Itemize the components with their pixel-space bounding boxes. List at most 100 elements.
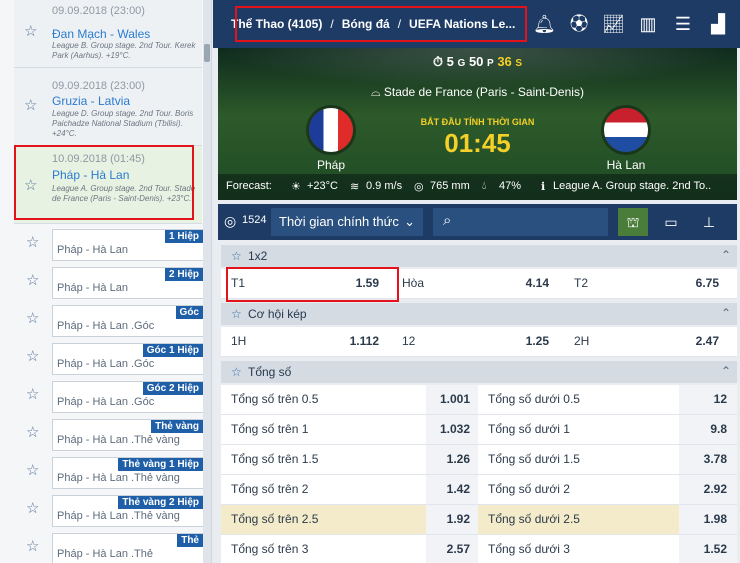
period-dropdown-value: Thời gian chính thức <box>279 214 399 229</box>
single-column-icon[interactable]: ▭ <box>656 208 686 236</box>
market-title: Tổng số <box>248 365 292 379</box>
odds-label[interactable]: Tổng số trên 2.5 <box>231 505 318 534</box>
favorite-star-icon[interactable]: ☆ <box>231 307 242 321</box>
timer-minutes-unit: P <box>487 58 494 69</box>
favorite-star-icon[interactable]: ☆ <box>26 461 39 479</box>
bell-icon[interactable]: 🔔︎ <box>533 14 556 34</box>
timer-seconds: 36 <box>497 54 512 69</box>
pressure-icon: ◎ <box>414 181 424 193</box>
bet-type-item[interactable]: ☆ Góc 2 Hiệp Pháp - Hà Lan .Góc <box>22 379 204 415</box>
odds-row: Tổng số trên 2 1.42 Tổng số dưới 2 2.92 <box>221 475 737 505</box>
timer-days-unit: G <box>457 58 466 69</box>
bet-type-item[interactable]: ☆ Thẻ Pháp - Hà Lan .Thẻ <box>22 531 204 563</box>
odds-label[interactable]: Hòa <box>402 269 424 298</box>
odds-label[interactable]: Tổng số trên 0.5 <box>231 385 318 414</box>
odds-value[interactable]: 1.92 <box>426 505 478 534</box>
odds-value[interactable]: 1.112 <box>341 327 379 356</box>
bar-stats-icon[interactable]: ▥ <box>637 14 659 34</box>
match-item[interactable]: ☆ 09.09.2018 (23:00) Đan Mạch - Wales Le… <box>14 0 202 68</box>
bet-type-item[interactable]: ☆ 2 Hiệp Pháp - Hà Lan <box>22 265 204 301</box>
odds-value[interactable]: 4.14 <box>511 269 549 298</box>
odds-label[interactable]: 12 <box>402 327 415 356</box>
odds-label[interactable]: Tổng số dưới 3 <box>488 535 570 563</box>
market-header-1x2[interactable]: ☆ 1x2 ⌃ <box>221 245 737 267</box>
odds-value[interactable]: 9.8 <box>679 415 737 444</box>
odds-value[interactable]: 12 <box>679 385 737 414</box>
match-tracker-icon[interactable]: ⚽︎ <box>568 14 590 34</box>
bet-type-item[interactable]: ☆ Thẻ vàng Pháp - Hà Lan .Thẻ vàng <box>22 417 204 453</box>
odds-value[interactable]: 1.001 <box>426 385 478 414</box>
odds-label[interactable]: 2H <box>574 327 589 356</box>
odds-label[interactable]: Tổng số dưới 1.5 <box>488 445 580 474</box>
search-button[interactable]: ⌕ <box>433 208 608 236</box>
favorite-star-icon[interactable]: ☆ <box>26 271 39 289</box>
match-header: ⏱ 5 G 50 P 36 S ⌓ Stade de France (Paris… <box>218 48 737 200</box>
bet-type-tag: 1 Hiệp <box>164 230 203 243</box>
highlight-box <box>235 6 527 42</box>
favorite-star-icon[interactable]: ☆ <box>24 96 37 114</box>
market-header-totals[interactable]: ☆ Tổng số ⌃ <box>221 361 737 383</box>
odds-value[interactable]: 1.52 <box>679 535 737 563</box>
odds-label[interactable]: 1H <box>231 327 246 356</box>
podium-icon[interactable]: ▟ <box>707 14 729 34</box>
sidebar-scrollbar[interactable] <box>203 0 211 563</box>
bet-type-item[interactable]: ☆ Góc 1 Hiệp Pháp - Hà Lan .Góc <box>22 341 204 377</box>
chevron-up-icon[interactable]: ⌃ <box>721 364 731 378</box>
away-team-name: Hà Lan <box>606 158 646 172</box>
chevron-up-icon[interactable]: ⌃ <box>721 306 731 320</box>
odds-value[interactable]: 1.25 <box>511 327 549 356</box>
favorite-star-icon[interactable]: ☆ <box>26 347 39 365</box>
odds-label[interactable]: Tổng số dưới 1 <box>488 415 570 444</box>
favorite-star-icon[interactable]: ☆ <box>231 249 242 263</box>
chevron-down-icon: ⌄ <box>404 214 415 229</box>
odds-label[interactable]: Tổng số trên 3 <box>231 535 308 563</box>
favorite-star-icon[interactable]: ☆ <box>24 22 37 40</box>
wind-speed: 0.9 m/s <box>366 180 403 192</box>
odds-value[interactable]: 1.032 <box>426 415 478 444</box>
odds-label[interactable]: T2 <box>574 269 588 298</box>
odds-value[interactable]: 1.42 <box>426 475 478 504</box>
favorite-star-icon[interactable]: ☆ <box>231 365 242 379</box>
line-chart-icon[interactable]: 📈︎ <box>602 14 625 34</box>
odds-value[interactable]: 1.26 <box>426 445 478 474</box>
odds-value[interactable]: 2.47 <box>681 327 719 356</box>
odds-value[interactable]: 3.78 <box>679 445 737 474</box>
bet-type-name: Pháp - Hà Lan .Thẻ vàng <box>57 472 180 484</box>
period-dropdown[interactable]: Thời gian chính thức ⌄ <box>271 208 423 236</box>
odds-value[interactable]: 2.92 <box>679 475 737 504</box>
match-teams[interactable]: Đan Mạch - Wales <box>52 27 150 41</box>
sidebar-scrollbar-thumb[interactable] <box>204 44 210 62</box>
odds-label[interactable]: Tổng số trên 1.5 <box>231 445 318 474</box>
collapse-all-icon[interactable]: ⊥ <box>694 208 724 236</box>
market-header-double-chance[interactable]: ☆ Cơ hội kép ⌃ <box>221 303 737 325</box>
bet-type-item[interactable]: ☆ Thẻ vàng 2 Hiệp Pháp - Hà Lan .Thẻ vàng <box>22 493 204 529</box>
field-view-icon[interactable]: ⛫ <box>618 208 648 236</box>
favorite-star-icon[interactable]: ☆ <box>26 537 39 555</box>
favorite-star-icon[interactable]: ☆ <box>26 423 39 441</box>
bet-type-item[interactable]: ☆ Góc Pháp - Hà Lan .Góc <box>22 303 204 339</box>
pressure: 765 mm <box>430 180 470 192</box>
bet-type-item[interactable]: ☆ Thẻ vàng 1 Hiệp Pháp - Hà Lan .Thẻ vàng <box>22 455 204 491</box>
favorite-star-icon[interactable]: ☆ <box>26 385 39 403</box>
temperature: +23°C <box>307 180 339 192</box>
bet-type-item[interactable]: ☆ 1 Hiệp Pháp - Hà Lan <box>22 227 204 263</box>
favorite-star-icon[interactable]: ☆ <box>26 233 39 251</box>
chevron-up-icon[interactable]: ⌃ <box>721 248 731 262</box>
odds-label[interactable]: Tổng số dưới 0.5 <box>488 385 580 414</box>
odds-value[interactable]: 6.75 <box>681 269 719 298</box>
bet-type-name: Pháp - Hà Lan <box>57 282 128 294</box>
odds-label[interactable]: Tổng số dưới 2 <box>488 475 570 504</box>
odds-value[interactable]: 1.98 <box>679 505 737 534</box>
countdown-timer: ⏱ 5 G 50 P 36 S <box>218 54 737 70</box>
highlight-box <box>14 145 194 220</box>
start-time: 01:45 <box>444 128 511 158</box>
odds-value[interactable]: 2.57 <box>426 535 478 563</box>
favorite-star-icon[interactable]: ☆ <box>26 309 39 327</box>
match-teams[interactable]: Gruzia - Latvia <box>52 94 130 108</box>
odds-label[interactable]: Tổng số dưới 2.5 <box>488 505 580 534</box>
odds-label[interactable]: Tổng số trên 1 <box>231 415 308 444</box>
match-item[interactable]: ☆ 09.09.2018 (23:00) Gruzia - Latvia Lea… <box>14 68 202 146</box>
odds-label[interactable]: Tổng số trên 2 <box>231 475 308 504</box>
favorite-star-icon[interactable]: ☆ <box>26 499 39 517</box>
list-icon[interactable]: ☰ <box>672 14 694 34</box>
